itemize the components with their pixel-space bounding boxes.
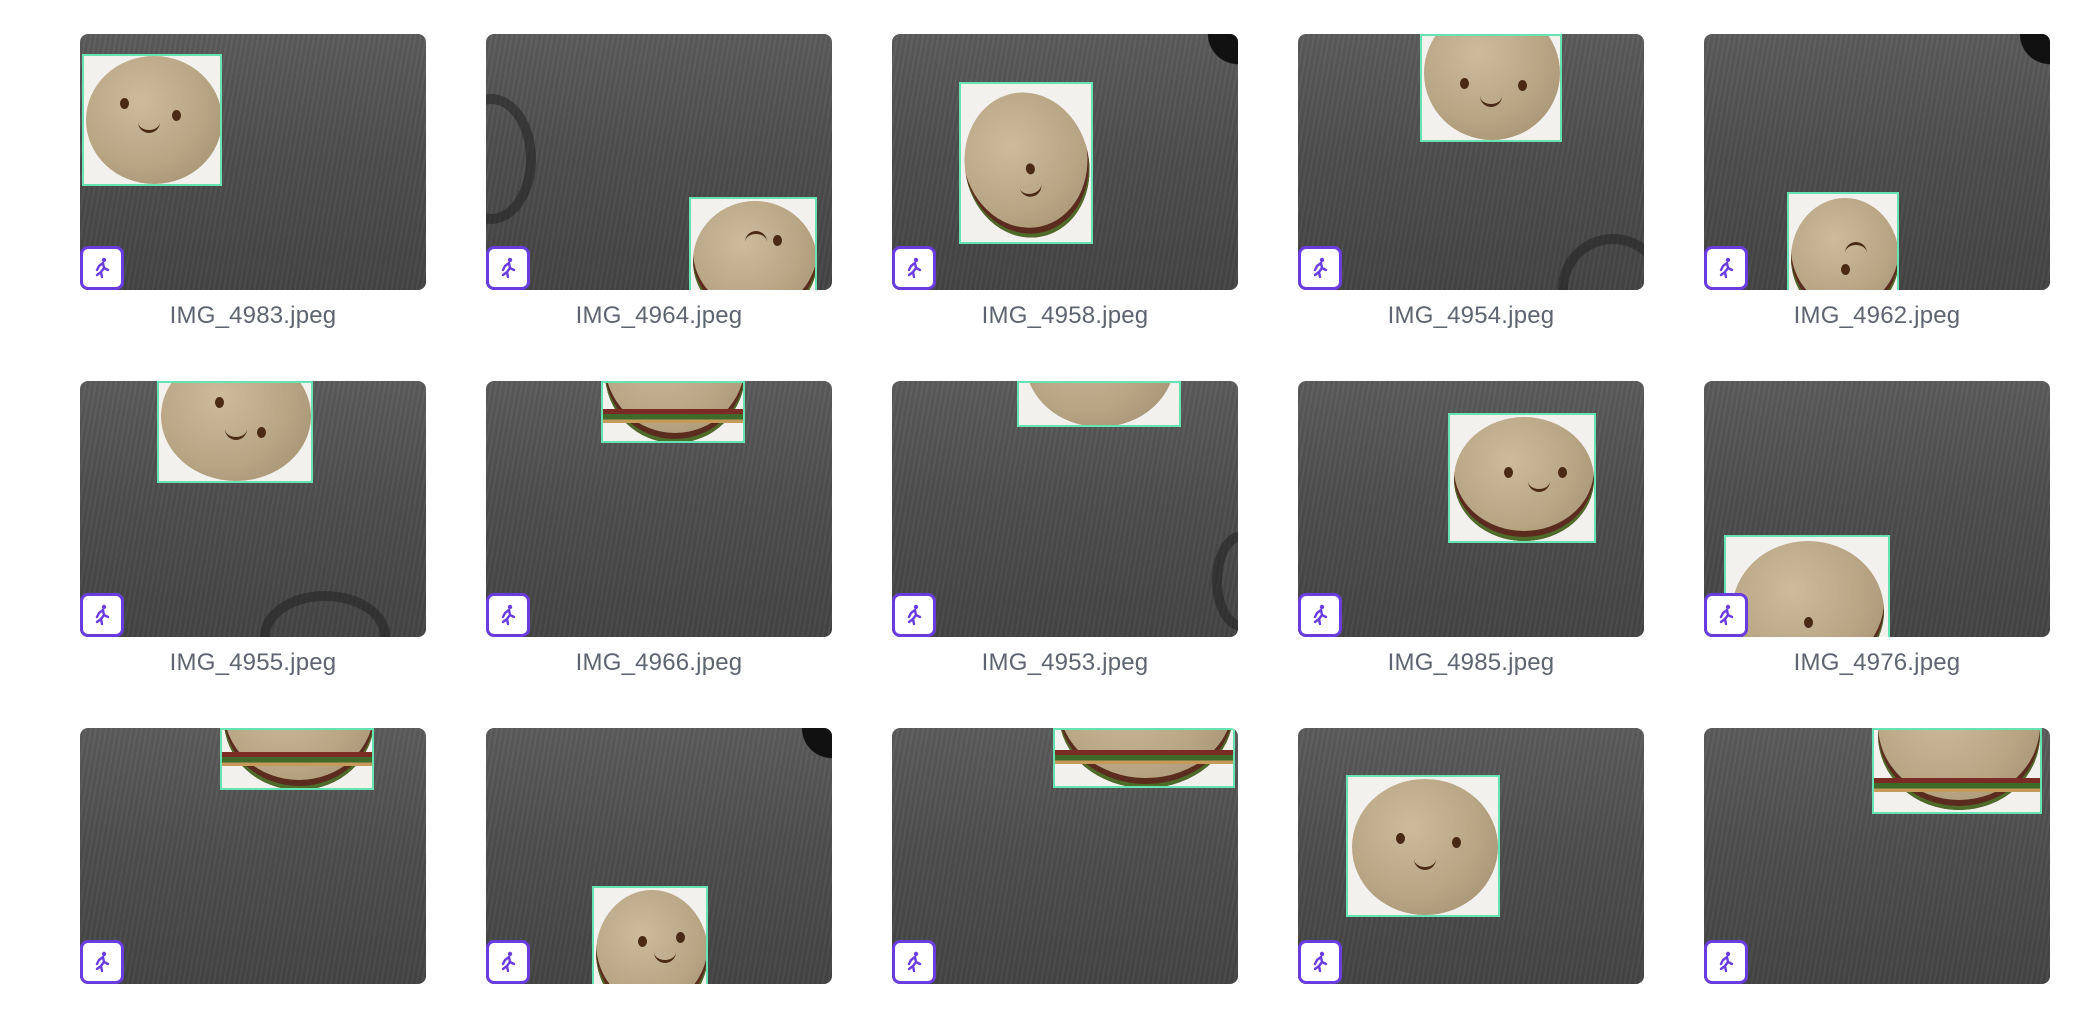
plush-burger-face [1025,383,1175,425]
annotation-bounding-box[interactable] [592,886,708,984]
annotation-bounding-box[interactable] [1872,728,2042,814]
gallery-card[interactable]: IMG_4966.jpeg [486,381,832,689]
gallery-card[interactable] [892,728,1238,1036]
image-thumbnail[interactable] [80,728,426,984]
plush-burger-face [86,56,220,184]
running-person-icon [1298,593,1342,637]
plush-burger-face [1352,779,1498,915]
image-filename: IMG_4976.jpeg [1793,649,1961,676]
annotation-bounding-box[interactable] [82,54,222,186]
gallery-card[interactable] [1298,728,1644,1036]
running-person-icon [80,593,124,637]
plush-burger-face [161,383,311,481]
image-gallery-grid: IMG_4983.jpeg IMG_4964.jpeg IMG_4958.jpe… [80,34,2050,1036]
annotation-bounding-box[interactable] [1420,34,1562,142]
image-filename [1298,984,1644,1036]
running-person-icon [1704,940,1748,984]
plush-burger-face [1791,198,1897,290]
image-filename [892,984,1238,1036]
gallery-card[interactable] [80,728,426,1036]
image-thumbnail[interactable] [1704,381,2050,637]
running-person-icon [486,593,530,637]
image-filename: IMG_4953.jpeg [981,649,1149,676]
annotation-bounding-box[interactable] [1053,728,1235,788]
plush-burger-face [693,201,815,290]
image-thumbnail[interactable] [1704,728,2050,984]
running-person-icon [80,246,124,290]
gallery-card[interactable] [486,728,832,1036]
image-thumbnail[interactable] [892,381,1238,637]
image-thumbnail[interactable] [1704,34,2050,290]
image-thumbnail[interactable] [1298,34,1644,290]
gallery-card[interactable]: IMG_4955.jpeg [80,381,426,689]
plush-burger-face [1424,36,1560,140]
gallery-card[interactable]: IMG_4976.jpeg [1704,381,2050,689]
gallery-card[interactable]: IMG_4985.jpeg [1298,381,1644,689]
image-filename: IMG_4985.jpeg [1387,649,1555,676]
image-thumbnail[interactable] [1298,728,1644,984]
gallery-card[interactable]: IMG_4953.jpeg [892,381,1238,689]
annotation-bounding-box[interactable] [1724,535,1890,637]
image-filename: IMG_4964.jpeg [575,302,743,329]
image-thumbnail[interactable] [80,381,426,637]
image-thumbnail[interactable] [486,728,832,984]
running-person-icon [1298,246,1342,290]
plush-burger-face [596,890,706,984]
image-thumbnail[interactable] [892,728,1238,984]
gallery-card[interactable]: IMG_4983.jpeg [80,34,426,342]
image-thumbnail[interactable] [486,381,832,637]
running-person-icon [1704,593,1748,637]
gallery-card[interactable]: IMG_4954.jpeg [1298,34,1644,342]
plush-burger-face [1454,417,1594,541]
annotation-bounding-box[interactable] [601,381,745,443]
running-person-icon [486,246,530,290]
image-filename: IMG_4983.jpeg [169,302,337,329]
annotation-bounding-box[interactable] [220,728,374,790]
image-filename: IMG_4954.jpeg [1387,302,1555,329]
running-person-icon [486,940,530,984]
gallery-card[interactable]: IMG_4958.jpeg [892,34,1238,342]
annotation-bounding-box[interactable] [1346,775,1500,917]
image-thumbnail[interactable] [1298,381,1644,637]
running-person-icon [892,940,936,984]
plush-burger-face [1732,541,1884,637]
image-thumbnail[interactable] [486,34,832,290]
running-person-icon [892,593,936,637]
running-person-icon [1298,940,1342,984]
annotation-bounding-box[interactable] [689,197,817,290]
annotation-bounding-box[interactable] [959,82,1093,244]
image-filename: IMG_4958.jpeg [981,302,1149,329]
gallery-card[interactable]: IMG_4962.jpeg [1704,34,2050,342]
gallery-card[interactable] [1704,728,2050,1036]
image-filename [486,984,832,1036]
image-filename [80,984,426,1036]
image-filename: IMG_4962.jpeg [1793,302,1961,329]
image-filename: IMG_4955.jpeg [169,649,337,676]
image-thumbnail[interactable] [892,34,1238,290]
plush-burger-face [1878,730,2040,810]
image-filename: IMG_4966.jpeg [575,649,743,676]
annotation-bounding-box[interactable] [1448,413,1596,543]
image-thumbnail[interactable] [80,34,426,290]
running-person-icon [80,940,124,984]
annotation-bounding-box[interactable] [1017,381,1181,427]
plush-burger-face [961,84,1091,242]
annotation-bounding-box[interactable] [1787,192,1899,290]
running-person-icon [1704,246,1748,290]
gallery-card[interactable]: IMG_4964.jpeg [486,34,832,342]
running-person-icon [892,246,936,290]
annotation-bounding-box[interactable] [157,381,313,483]
image-filename [1704,984,2050,1036]
